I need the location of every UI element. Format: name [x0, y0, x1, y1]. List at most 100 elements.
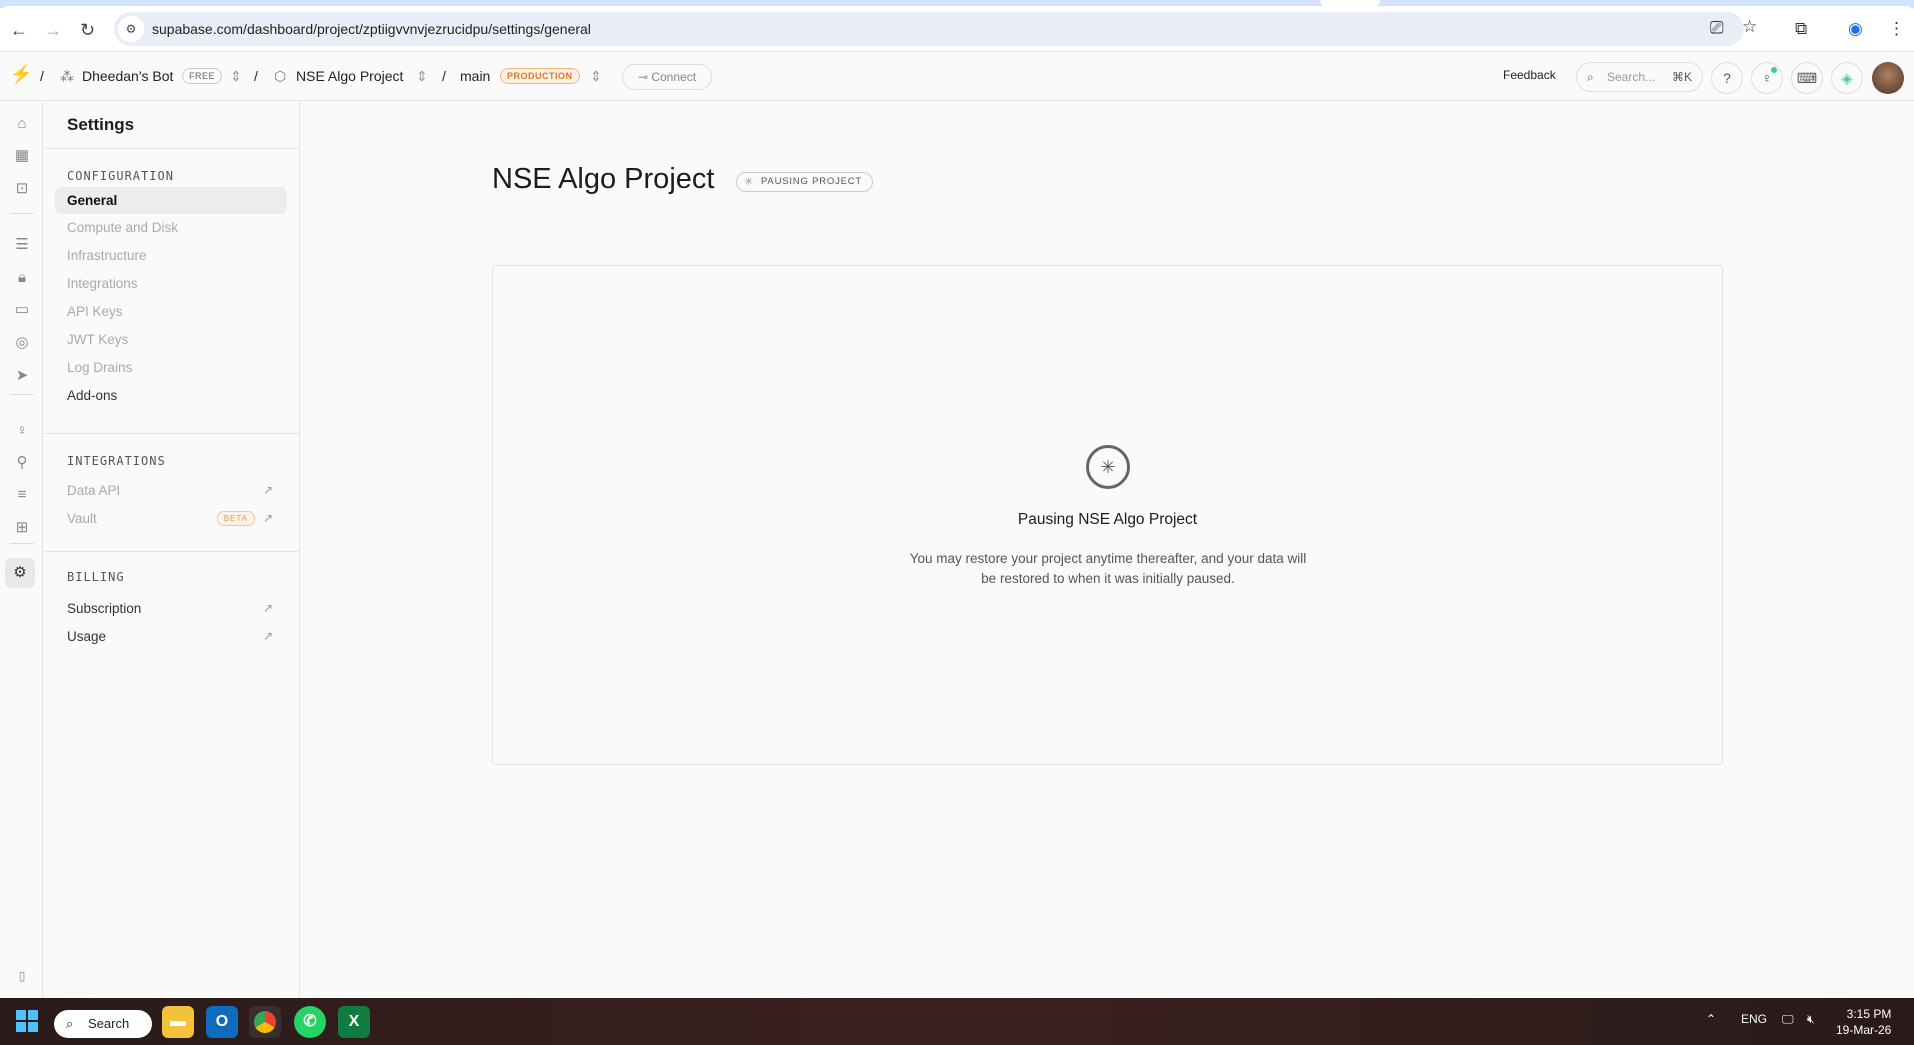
external-link-icon: ↗ — [262, 601, 273, 615]
file-explorer-icon[interactable]: ▬ — [162, 1006, 194, 1038]
sidebar-item-add-ons[interactable]: Add-ons — [55, 382, 287, 409]
org-name[interactable]: Dheedan's Bot — [82, 68, 173, 84]
connect-label: Connect — [651, 70, 697, 84]
taskbar-search-label: Search — [88, 1016, 130, 1031]
spinner-icon: ✳ — [744, 176, 755, 188]
extensions-icon[interactable]: ⧉ — [1795, 19, 1807, 39]
reload-icon[interactable]: ↻ — [80, 20, 95, 41]
sql-editor-icon[interactable]: ⊡ — [9, 176, 35, 202]
branch-name[interactable]: main — [460, 68, 490, 84]
bookmark-star-icon[interactable]: ☆ — [1742, 17, 1757, 37]
sidebar-item-data-api[interactable]: Data API ↗ — [55, 477, 287, 504]
loading-spinner-icon: ✳ — [1086, 445, 1130, 489]
advisor-lightbulb-icon[interactable]: ♀ — [1751, 62, 1783, 94]
terminal-icon[interactable]: ⌨ — [1791, 62, 1823, 94]
sidebar-item-vault[interactable]: Vault BETA ↗ — [55, 505, 287, 532]
icon-rail: ⌂ ▦ ⊡ ☰ 🔒︎ ▭ ◎ ➤ ♀ ⚲ ≡ ⊞ ⚙ ▯ — [0, 101, 43, 998]
site-settings-icon[interactable]: ⚙ — [118, 16, 144, 42]
connect-button[interactable]: ⊸ Connect — [622, 64, 712, 90]
time: 3:15 PM — [1846, 1007, 1892, 1021]
feedback-button[interactable]: Feedback — [1503, 68, 1556, 82]
sidebar-item-api-keys[interactable]: API Keys — [55, 298, 287, 325]
beta-badge: BETA — [216, 511, 255, 526]
search-icon: ⌕ — [66, 1016, 74, 1031]
volume-muted-icon[interactable]: 🔇︎ — [1807, 1012, 1815, 1027]
item-label: Vault — [67, 511, 97, 526]
network-icon[interactable]: 🖵︎ — [1782, 1012, 1794, 1027]
address-bar[interactable]: ⚙ supabase.com/dashboard/project/zptiigv… — [114, 12, 1757, 46]
whatsapp-icon[interactable]: ✆ — [294, 1006, 326, 1038]
search-shortcut: ⌘K — [1671, 70, 1692, 84]
sidebar-item-log-drains[interactable]: Log Drains — [55, 354, 287, 381]
card-description: You may restore your project anytime the… — [909, 551, 1307, 586]
avatar[interactable] — [1872, 62, 1904, 94]
collapse-sidebar-icon[interactable]: ▯ — [9, 963, 35, 989]
search-icon: ⌕ — [1587, 70, 1594, 84]
divider — [43, 433, 300, 434]
logs-list-icon[interactable]: ≡ — [9, 482, 35, 508]
status-label: PAUSING PROJECT — [761, 176, 863, 187]
sidebar-item-compute-and-disk[interactable]: Compute and Disk — [55, 214, 287, 241]
realtime-icon[interactable]: ◎ — [9, 330, 35, 356]
help-icon[interactable]: ? — [1711, 62, 1743, 94]
breadcrumb-separator: / — [254, 68, 258, 84]
divider — [10, 394, 34, 395]
excel-icon[interactable]: X — [338, 1006, 370, 1038]
menu-icon[interactable]: ⋮ — [1888, 19, 1905, 39]
clock[interactable]: 3:15 PM 19-Mar-26 — [1836, 1006, 1891, 1038]
external-link-icon: ↗ — [262, 629, 273, 643]
windows-start-icon[interactable] — [16, 1010, 38, 1032]
divider — [43, 551, 300, 552]
integrations-icon[interactable]: ⊞ — [9, 515, 35, 541]
supabase-logo-icon[interactable]: ⚡ — [10, 64, 32, 85]
project-switcher-icon[interactable]: ⇕ — [416, 68, 428, 85]
project-name[interactable]: NSE Algo Project — [296, 68, 403, 84]
date: 19-Mar-26 — [1836, 1023, 1892, 1037]
home-icon[interactable]: ⌂ — [9, 111, 35, 137]
section-integrations: INTEGRATIONS — [67, 454, 166, 468]
taskbar-search[interactable]: ⌕ Search — [54, 1010, 152, 1038]
sidebar-title: Settings — [67, 115, 135, 134]
plan-badge: FREE — [182, 68, 223, 84]
sidebar-item-integrations[interactable]: Integrations — [55, 270, 287, 297]
language-indicator[interactable]: ENG — [1741, 1012, 1767, 1026]
browser-toolbar: ← → ↻ ⚙ supabase.com/dashboard/project/z… — [0, 6, 1914, 52]
card-title: Pausing NSE Algo Project — [1017, 511, 1198, 528]
back-icon[interactable]: ← — [10, 20, 28, 41]
breadcrumb-separator: / — [40, 68, 44, 84]
tray-overflow-icon[interactable]: ⌃ — [1706, 1012, 1716, 1026]
install-app-icon[interactable]: ⎚ — [1710, 18, 1724, 38]
section-billing: BILLING — [67, 570, 125, 584]
sidebar-item-subscription[interactable]: Subscription ↗ — [55, 595, 287, 622]
taskbar: ⌕ Search ▬ O ✆ X ⌃ ENG 🖵︎ 🔇︎ 3:15 PM 19-Ma… — [0, 998, 1914, 1045]
database-icon[interactable]: ☰ — [9, 232, 35, 258]
divider — [10, 213, 34, 214]
org-switcher-icon[interactable]: ⇕ — [230, 68, 242, 85]
branch-switcher-icon[interactable]: ⇕ — [590, 68, 602, 85]
storage-folder-icon[interactable]: ▭ — [9, 297, 35, 323]
search-placeholder: Search... — [1607, 70, 1656, 84]
sidebar-item-infrastructure[interactable]: Infrastructure — [55, 242, 287, 269]
outlook-icon[interactable]: O — [206, 1006, 238, 1038]
profile-icon[interactable]: ◉ — [1848, 19, 1863, 39]
edge-functions-icon[interactable]: ➤ — [9, 363, 35, 389]
chrome-icon[interactable] — [249, 1006, 281, 1038]
sidebar-item-general[interactable]: General — [55, 187, 287, 214]
section-configuration: CONFIGURATION — [67, 169, 174, 183]
url-text[interactable]: supabase.com/dashboard/project/zptiigvvn… — [152, 21, 591, 37]
search-input[interactable]: ⌕ Search... ⌘K — [1576, 62, 1703, 92]
advisors-lightbulb-icon[interactable]: ♀ — [9, 418, 35, 444]
status-badge: ✳ PAUSING PROJECT — [736, 172, 874, 192]
sidebar-item-jwt-keys[interactable]: JWT Keys — [55, 326, 287, 353]
forward-icon[interactable]: → — [44, 20, 62, 41]
table-editor-icon[interactable]: ▦ — [9, 143, 35, 169]
settings-gear-icon[interactable]: ⚙ — [5, 558, 35, 588]
assistant-icon[interactable]: ◈ — [1831, 62, 1863, 94]
auth-lock-icon[interactable]: 🔒︎ — [9, 265, 35, 291]
plug-icon: ⊸ — [637, 70, 652, 84]
app-header: ⚡ / ⁂ Dheedan's Bot FREE ⇕ / ⬡ NSE Algo … — [0, 53, 1914, 101]
settings-sidebar: Settings CONFIGURATION General Compute a… — [43, 101, 300, 998]
pausing-card: ✳ Pausing NSE Algo Project You may resto… — [492, 265, 1723, 765]
reports-telescope-icon[interactable]: ⚲ — [9, 450, 35, 476]
sidebar-item-usage[interactable]: Usage ↗ — [55, 623, 287, 650]
